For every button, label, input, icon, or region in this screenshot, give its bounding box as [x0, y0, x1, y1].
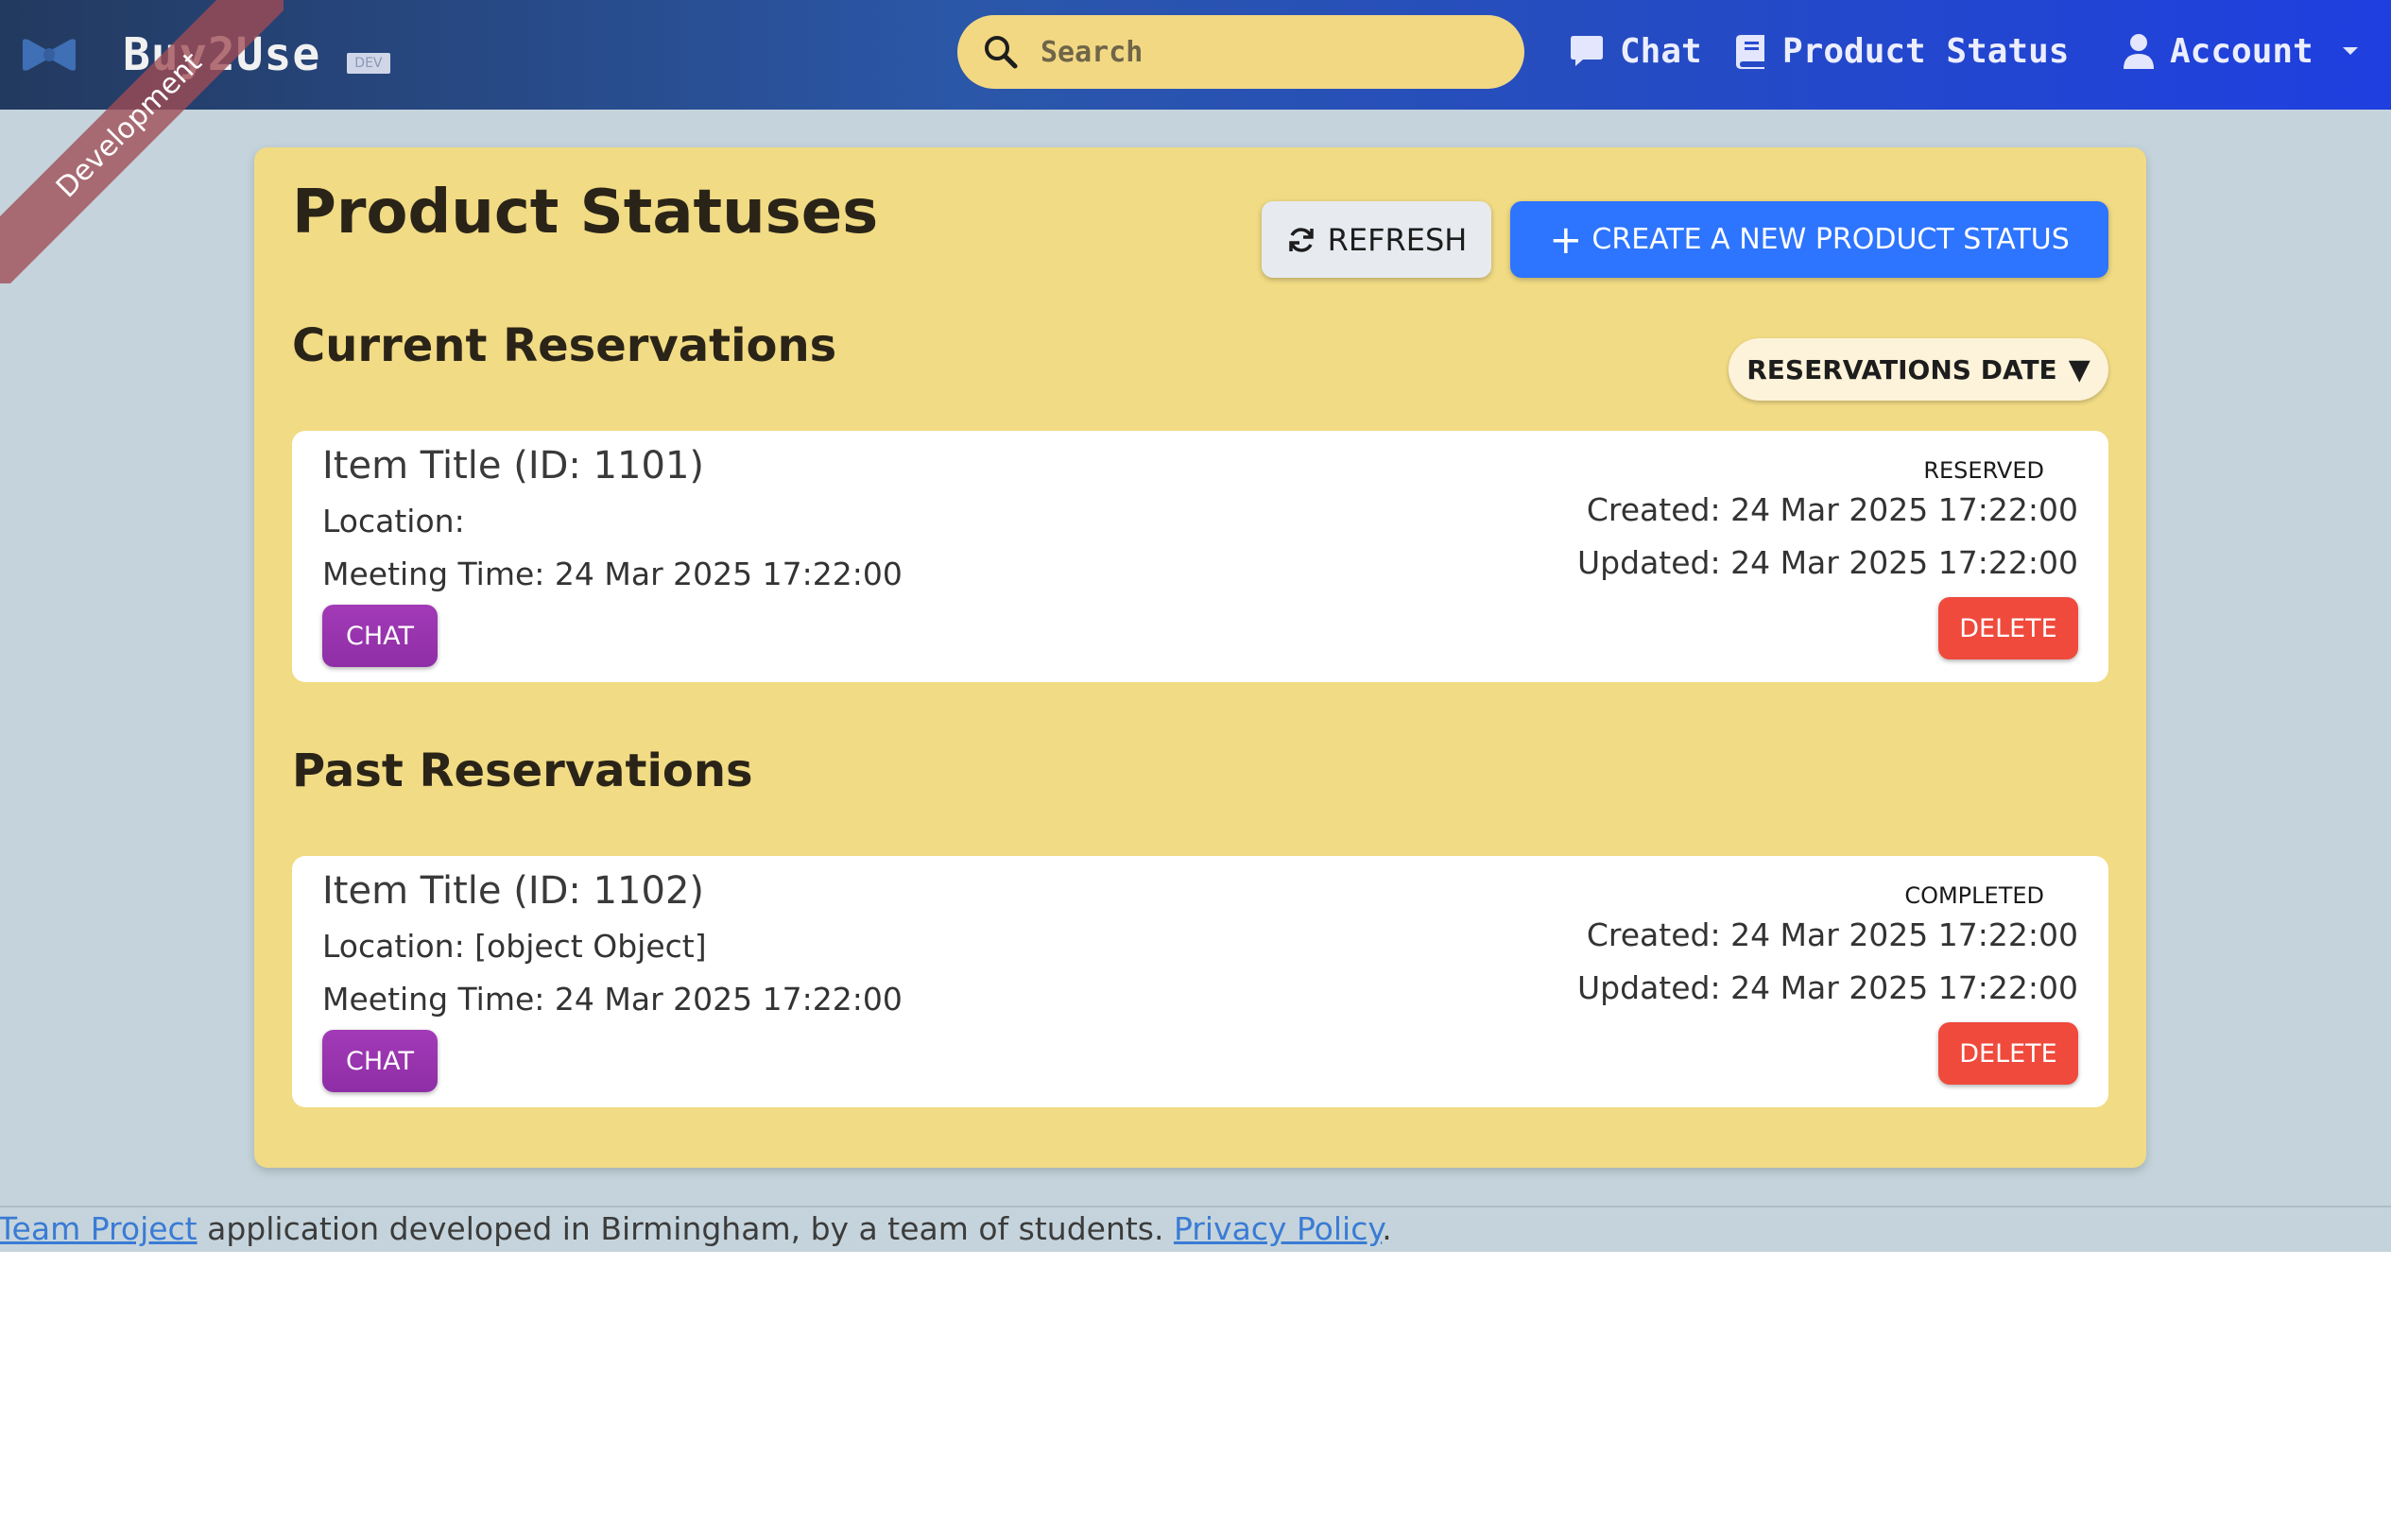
environment-tag: DEV — [347, 53, 390, 74]
page-footer: Team Project application developed in Bi… — [0, 1206, 2391, 1253]
reservation-item-title: Item Title (ID: 1101) — [322, 444, 705, 488]
refresh-button-label: REFRESH — [1327, 221, 1468, 258]
reservation-meeting-time: Meeting Time: 24 Mar 2025 17:22:00 — [322, 981, 903, 1018]
footer-text: application developed in Birmingham, by … — [197, 1210, 1174, 1247]
top-navbar: Buy2Use DEV Chat Product Status Account — [0, 0, 2391, 110]
reservation-meeting-time: Meeting Time: 24 Mar 2025 17:22:00 — [322, 556, 903, 592]
create-button-label: CREATE A NEW PRODUCT STATUS — [1591, 223, 2070, 256]
reservation-chat-button[interactable]: CHAT — [322, 605, 438, 667]
reservation-chat-button[interactable]: CHAT — [322, 1030, 438, 1092]
brand-name: Buy2Use — [123, 28, 321, 81]
user-icon — [2124, 34, 2154, 69]
footer-end: . — [1382, 1210, 1392, 1247]
current-reservation-card: Item Title (ID: 1101) Location: Meeting … — [292, 431, 2108, 682]
reservation-created-date: Created: 24 Mar 2025 17:22:00 — [1586, 916, 2078, 953]
status-badge: COMPLETED — [1904, 882, 2044, 909]
search-bar[interactable] — [957, 15, 1524, 89]
bowtie-icon — [23, 39, 76, 71]
sort-caret-icon: ▼ — [2068, 352, 2090, 386]
nav-chat-label: Chat — [1620, 31, 1702, 71]
reservation-updated-date: Updated: 24 Mar 2025 17:22:00 — [1577, 969, 2078, 1006]
book-icon — [1736, 35, 1764, 69]
chat-bubble-icon — [1571, 36, 1603, 66]
status-badge: RESERVED — [1923, 457, 2044, 484]
nav-account-dropdown[interactable]: Account — [2123, 25, 2359, 77]
reservation-delete-button[interactable]: DELETE — [1938, 1022, 2078, 1085]
search-icon — [985, 36, 1018, 69]
reservation-location: Location: [object Object] — [322, 928, 707, 965]
reservation-created-date: Created: 24 Mar 2025 17:22:00 — [1586, 491, 2078, 528]
past-reservation-card: Item Title (ID: 1102) Location: [object … — [292, 856, 2108, 1107]
create-product-status-button[interactable]: + CREATE A NEW PRODUCT STATUS — [1510, 201, 2108, 278]
nav-product-status-link[interactable]: Product Status — [1735, 25, 2069, 77]
past-reservations-heading: Past Reservations — [292, 744, 753, 797]
brand[interactable]: Buy2Use DEV — [19, 21, 390, 89]
refresh-icon — [1288, 227, 1314, 252]
reservation-delete-button[interactable]: DELETE — [1938, 597, 2078, 659]
reservation-location: Location: — [322, 503, 465, 539]
plus-icon: + — [1549, 215, 1583, 263]
sort-button-label: RESERVATIONS DATE — [1746, 353, 2057, 385]
nav-account-label: Account — [2170, 31, 2314, 71]
caret-down-icon — [2342, 47, 2358, 55]
reservation-updated-date: Updated: 24 Mar 2025 17:22:00 — [1577, 544, 2078, 581]
current-reservations-heading: Current Reservations — [292, 319, 837, 372]
privacy-policy-link[interactable]: Privacy Policy — [1174, 1210, 1382, 1247]
nav-product-status-label: Product Status — [1782, 31, 2070, 71]
team-project-link[interactable]: Team Project — [0, 1210, 198, 1247]
nav-chat-link[interactable]: Chat — [1569, 25, 1702, 77]
refresh-button[interactable]: REFRESH — [1262, 201, 1491, 278]
search-input[interactable] — [1039, 27, 1487, 77]
reservations-date-sort-button[interactable]: RESERVATIONS DATE ▼ — [1729, 338, 2108, 401]
reservation-item-title: Item Title (ID: 1102) — [322, 869, 705, 913]
page-title: Product Statuses — [292, 178, 879, 248]
